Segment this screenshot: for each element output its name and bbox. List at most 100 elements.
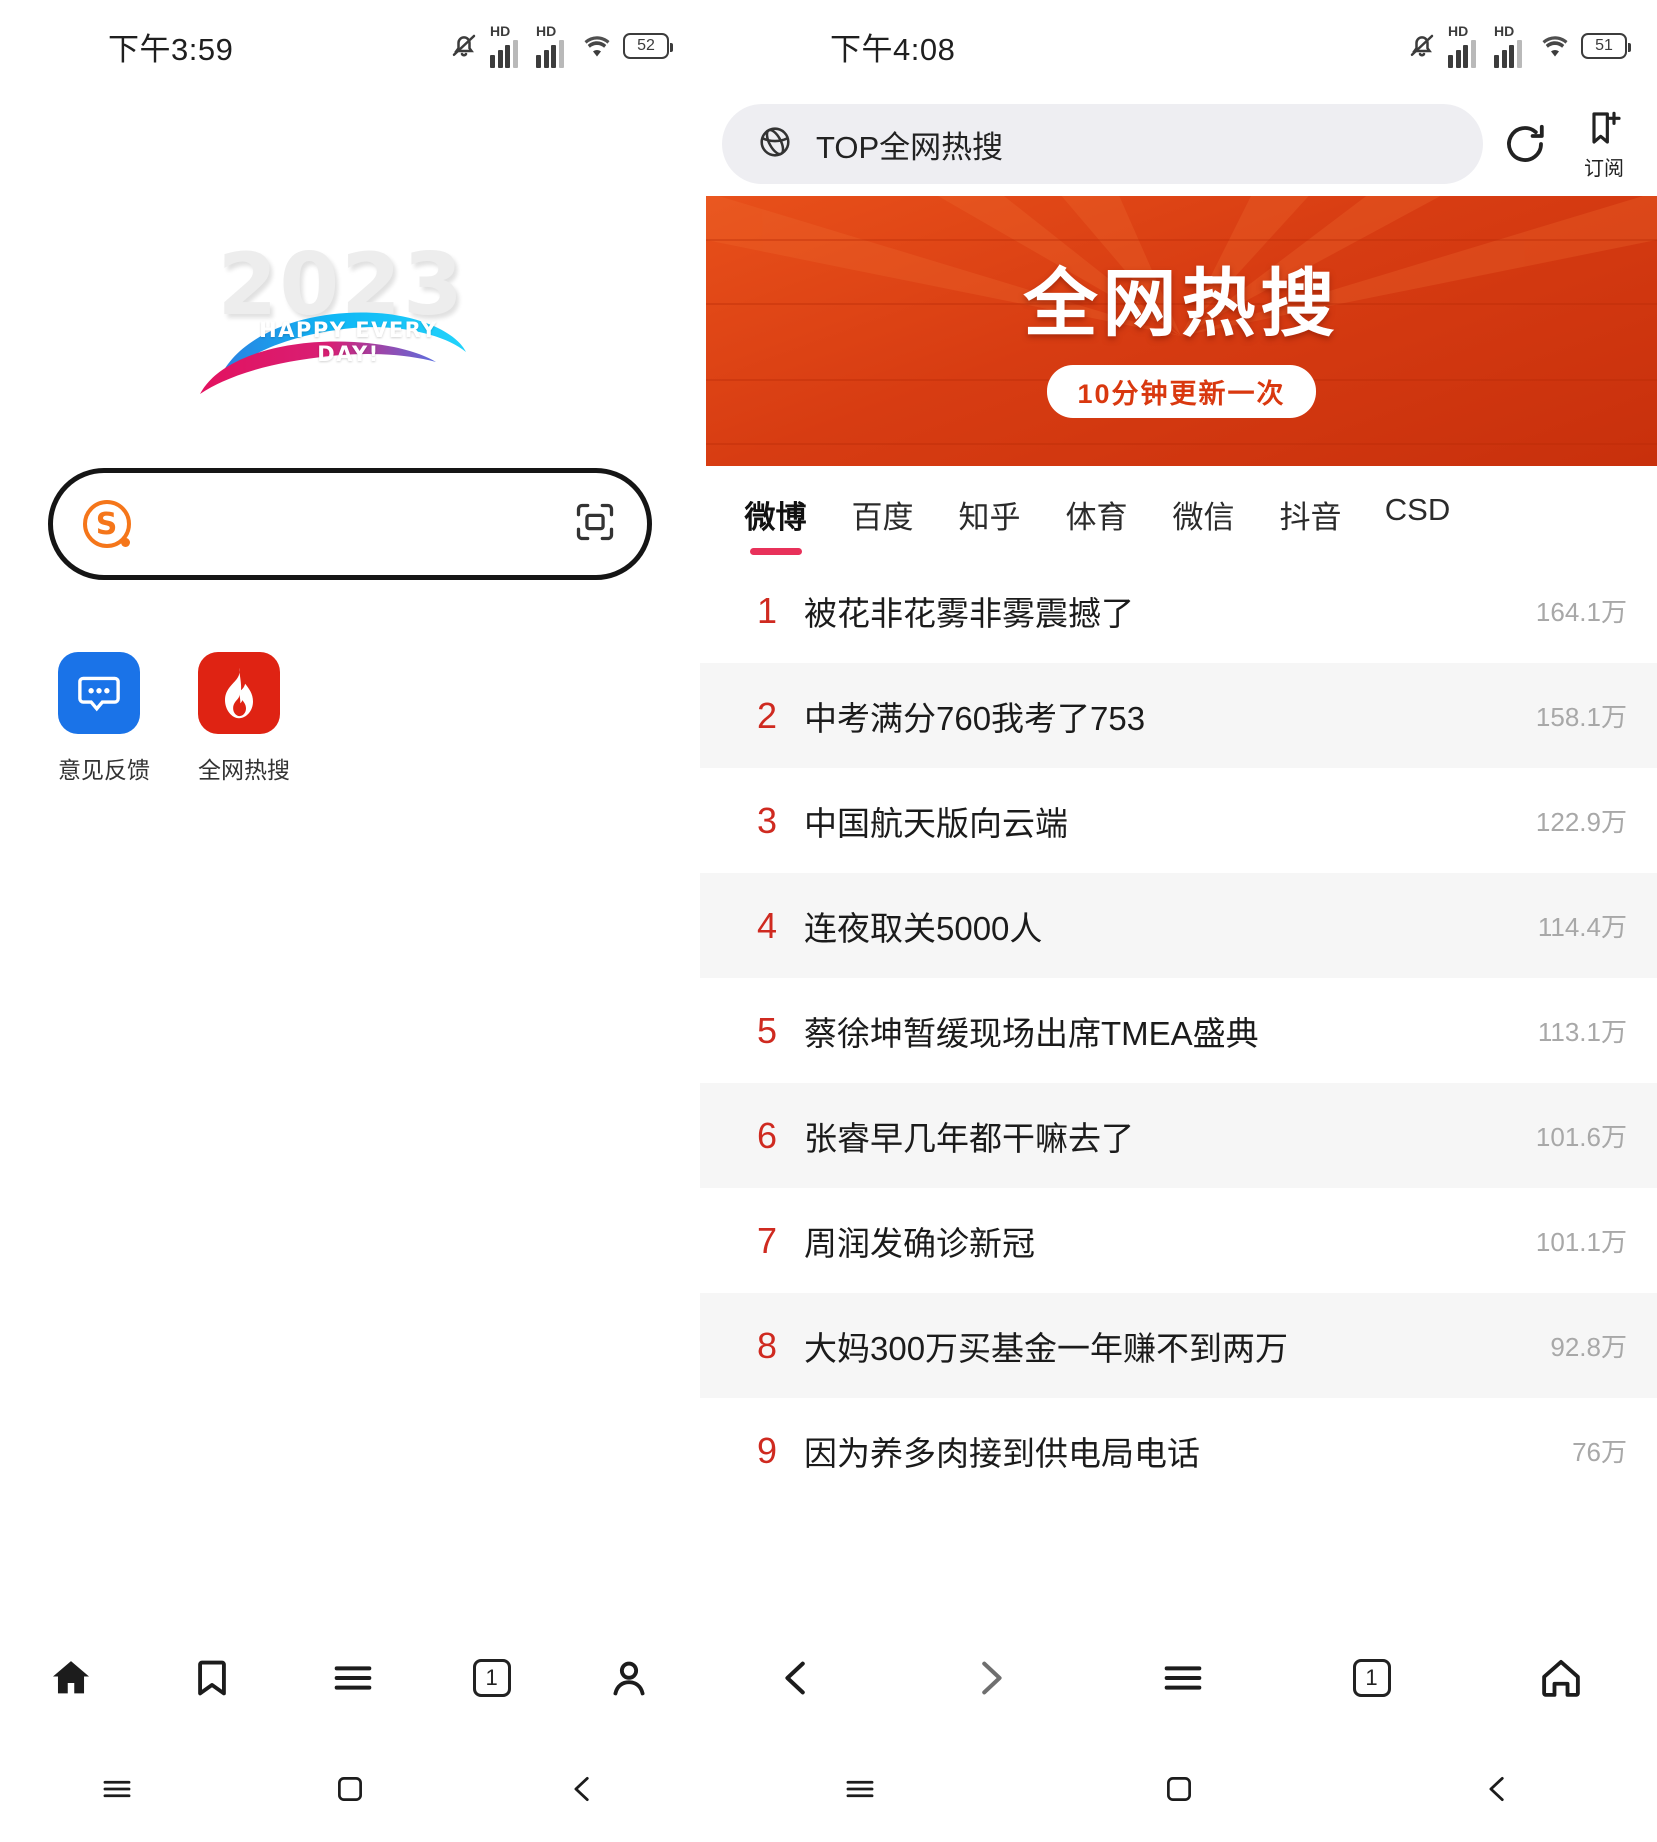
hot-title: 因为养多肉接到供电局电话: [804, 1434, 1200, 1472]
bookmark-icon[interactable]: [190, 1656, 234, 1700]
tab-label: 百度: [851, 500, 914, 535]
hot-count: 92.8万: [1550, 1332, 1627, 1362]
android-navbar: [0, 1736, 699, 1842]
hot-title: 大妈300万买基金一年赚不到两万: [804, 1329, 1289, 1367]
tab-baidu[interactable]: 百度: [829, 492, 936, 537]
hot-search-list: 1 被花非花雾非雾震撼了 164.1万 2 中考满分760我考了753 158.…: [700, 558, 1657, 1503]
tab-csdn[interactable]: CSD: [1364, 492, 1471, 528]
shortcut-item-hotsearch[interactable]: 全网热搜: [198, 652, 290, 785]
hot-title: 中考满分760我考了753: [804, 699, 1146, 737]
back-chevron-icon[interactable]: [1443, 1772, 1553, 1806]
year-logo: 2023 HAPPY EVERY DAY!: [0, 242, 699, 412]
home-outline-icon[interactable]: [1538, 1655, 1584, 1701]
home-icon[interactable]: [48, 1655, 94, 1701]
back-chevron-icon[interactable]: [774, 1655, 820, 1701]
table-row[interactable]: 2 中考满分760我考了753 158.1万: [700, 663, 1657, 768]
dual-screenshot-container: 下午3:59 HD HD 52 2023 HAPPY EVERY DAY! S …: [0, 0, 1657, 1842]
hot-title: 中国航天版向云端: [804, 804, 1068, 842]
status-icon-group: HD HD 52: [449, 24, 673, 68]
table-row[interactable]: 5 蔡徐坤暂缓现场出席TMEA盛典 113.1万: [700, 978, 1657, 1083]
search-input[interactable]: [130, 473, 573, 575]
rank-number: 7: [756, 1219, 778, 1261]
chat-bubble-icon: [58, 652, 140, 734]
table-row[interactable]: 1 被花非花雾非雾震撼了 164.1万: [700, 558, 1657, 663]
battery-icon: 51: [1581, 33, 1631, 59]
bookmark-add-icon: [1592, 111, 1621, 144]
tab-label: 体育: [1065, 500, 1128, 535]
tab-wechat[interactable]: 微信: [1150, 492, 1257, 537]
tab-zhihu[interactable]: 知乎: [936, 492, 1043, 537]
shortcut-item-feedback[interactable]: 意见反馈: [58, 652, 150, 785]
status-icon-group: HD HD 51: [1407, 24, 1631, 68]
square-home-icon[interactable]: [1124, 1772, 1234, 1806]
search-bar[interactable]: S: [47, 468, 652, 580]
reload-icon[interactable]: [1499, 118, 1551, 170]
status-time: 下午3:59: [108, 31, 234, 67]
tab-label: 微信: [1172, 500, 1235, 535]
browser-toolbar: 1: [700, 1620, 1657, 1736]
table-row[interactable]: 7 周润发确诊新冠 101.1万: [700, 1188, 1657, 1293]
browser-toolbar: 1: [0, 1620, 699, 1736]
hd-signal-icon: HD: [536, 24, 571, 68]
subscribe-label: 订阅: [1584, 157, 1624, 180]
tab-count-icon[interactable]: 1: [472, 1659, 511, 1697]
battery-icon: 52: [623, 33, 673, 59]
rank-number: 6: [756, 1114, 778, 1156]
shortcut-label: 意见反馈: [58, 757, 150, 783]
subscribe-button[interactable]: 订阅: [1571, 108, 1637, 181]
address-actions: 订阅: [1499, 108, 1637, 181]
address-bar[interactable]: TOP全网热搜: [722, 104, 1483, 184]
table-row[interactable]: 4 连夜取关5000人 114.4万: [700, 873, 1657, 978]
tab-douyin[interactable]: 抖音: [1257, 492, 1364, 537]
hot-count: 101.1万: [1535, 1227, 1627, 1257]
tab-count-icon[interactable]: 1: [1352, 1659, 1391, 1697]
status-bar: 下午3:59 HD HD 52: [0, 0, 699, 92]
wifi-icon: [1540, 33, 1570, 59]
banner-title: 全网热搜: [1023, 262, 1340, 345]
menu-icon[interactable]: [1160, 1655, 1206, 1701]
status-bar: 下午4:08 HD HD 51: [700, 0, 1657, 92]
person-icon[interactable]: [607, 1656, 651, 1700]
table-row[interactable]: 9 因为养多肉接到供电局电话 76万: [700, 1398, 1657, 1503]
hot-title: 蔡徐坤暂缓现场出席TMEA盛典: [804, 1014, 1259, 1052]
tab-weibo[interactable]: 微博: [722, 492, 829, 537]
address-bar-row: TOP全网热搜 订阅: [700, 92, 1657, 196]
recents-icon[interactable]: [62, 1771, 172, 1807]
recents-icon[interactable]: [805, 1771, 915, 1807]
table-row[interactable]: 6 张睿早几年都干嘛去了 101.6万: [700, 1083, 1657, 1188]
category-tabs: 微博 百度 知乎 体育 微信 抖音 CSD: [700, 466, 1657, 558]
rank-number: 5: [756, 1009, 778, 1051]
tab-label: 知乎: [958, 500, 1021, 535]
rank-number: 3: [756, 799, 778, 841]
tab-label: 微博: [744, 500, 807, 535]
table-row[interactable]: 3 中国航天版向云端 122.9万: [700, 768, 1657, 873]
hot-search-banner: 全网热搜 10分钟更新一次: [706, 196, 1657, 466]
menu-icon[interactable]: [330, 1655, 376, 1701]
hot-title: 周润发确诊新冠: [804, 1224, 1035, 1262]
browser-home-screen: 下午3:59 HD HD 52 2023 HAPPY EVERY DAY! S …: [0, 0, 700, 1842]
tab-label: CSD: [1384, 492, 1451, 527]
hot-count: 164.1万: [1535, 597, 1627, 627]
rank-number: 9: [756, 1429, 778, 1471]
shortcut-label: 全网热搜: [198, 757, 290, 783]
hot-count: 122.9万: [1535, 807, 1627, 837]
shortcut-grid: 意见反馈 全网热搜: [0, 580, 699, 785]
mute-icon: [449, 30, 479, 62]
globe-icon: [756, 123, 794, 166]
android-navbar: [700, 1736, 1657, 1842]
hot-search-screen: 下午4:08 HD HD 51 TOP全网热搜 订阅 全网热搜 10分钟更新一次…: [700, 0, 1657, 1842]
hot-title: 张睿早几年都干嘛去了: [804, 1119, 1134, 1157]
scan-icon[interactable]: [573, 500, 617, 549]
hd-signal-icon: HD: [1448, 24, 1483, 68]
tab-sports[interactable]: 体育: [1043, 492, 1150, 537]
hot-count: 158.1万: [1535, 702, 1627, 732]
wifi-icon: [582, 33, 612, 59]
square-home-icon[interactable]: [295, 1772, 405, 1806]
table-row[interactable]: 8 大妈300万买基金一年赚不到两万 92.8万: [700, 1293, 1657, 1398]
hot-count: 113.1万: [1537, 1017, 1627, 1047]
hot-title: 连夜取关5000人: [804, 909, 1043, 947]
forward-chevron-icon[interactable]: [967, 1655, 1013, 1701]
flame-icon: [198, 652, 280, 734]
rank-number: 2: [756, 694, 778, 736]
back-chevron-icon[interactable]: [528, 1772, 638, 1806]
